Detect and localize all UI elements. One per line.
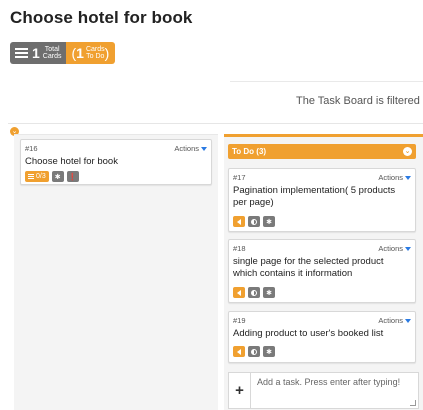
card-title: Choose hotel for book bbox=[25, 156, 118, 167]
list-icon bbox=[15, 48, 28, 58]
card-buttons: ✱ bbox=[233, 216, 275, 227]
card-title: Pagination implementation( 5 products pe… bbox=[233, 185, 396, 208]
add-task-input[interactable] bbox=[251, 373, 417, 408]
card-id: #18 bbox=[233, 244, 246, 253]
todo-cards-badge[interactable]: ( 1 Cards To Do ) bbox=[66, 42, 116, 64]
half-circle-icon[interactable] bbox=[248, 346, 260, 357]
card-id: #16 bbox=[25, 144, 38, 153]
asterisk-icon[interactable]: ✱ bbox=[263, 216, 275, 227]
column-accent bbox=[224, 134, 423, 137]
half-circle-icon[interactable] bbox=[248, 216, 260, 227]
asterisk-icon[interactable]: ✱ bbox=[51, 171, 64, 182]
card-id: #17 bbox=[233, 173, 246, 182]
card-summary: 1 Total Cards ( 1 Cards To Do ) bbox=[10, 42, 116, 64]
actions-menu[interactable]: Actions bbox=[174, 144, 207, 153]
arrow-left-icon[interactable] bbox=[233, 287, 245, 298]
card-title: Adding product to user's booked list bbox=[233, 328, 384, 339]
actions-menu[interactable]: Actions bbox=[378, 173, 411, 182]
chevron-down-icon bbox=[201, 146, 207, 151]
actions-menu[interactable]: Actions bbox=[378, 244, 411, 253]
chevron-down-icon bbox=[405, 318, 411, 323]
chevron-down-icon[interactable]: ⌄ bbox=[403, 147, 412, 156]
story-card[interactable]: #16 Actions Choose hotel for book 0/3 ✱ … bbox=[20, 139, 212, 185]
card-id: #19 bbox=[233, 316, 246, 325]
info-icon[interactable]: ❗ bbox=[66, 171, 79, 182]
task-card[interactable]: #18 Actions single page for the selected… bbox=[228, 239, 416, 303]
total-label: Total Cards bbox=[42, 46, 62, 60]
story-column: #16 Actions Choose hotel for book 0/3 ✱ … bbox=[14, 134, 218, 410]
arrow-left-icon[interactable] bbox=[233, 216, 245, 227]
arrow-left-icon[interactable] bbox=[233, 346, 245, 357]
page-title: Choose hotel for book bbox=[10, 8, 193, 27]
todo-count: 1 bbox=[76, 45, 84, 61]
card-title: single page for the selected product whi… bbox=[233, 256, 384, 279]
task-count-button[interactable]: 0/3 bbox=[25, 171, 49, 182]
list-icon bbox=[28, 174, 34, 179]
divider bbox=[230, 81, 423, 82]
add-task-box: + bbox=[228, 372, 419, 409]
asterisk-icon[interactable]: ✱ bbox=[263, 287, 275, 298]
card-buttons: ✱ bbox=[233, 287, 275, 298]
chevron-down-icon bbox=[405, 175, 411, 180]
chevron-down-icon bbox=[405, 246, 411, 251]
task-card[interactable]: #19 Actions Adding product to user's boo… bbox=[228, 311, 416, 363]
task-card[interactable]: #17 Actions Pagination implementation( 5… bbox=[228, 168, 416, 232]
actions-menu[interactable]: Actions bbox=[378, 316, 411, 325]
add-task-button[interactable]: + bbox=[229, 373, 251, 408]
todo-column-header[interactable]: To Do (3) ⌄ bbox=[228, 144, 416, 159]
asterisk-icon[interactable]: ✱ bbox=[263, 346, 275, 357]
card-buttons: ✱ bbox=[233, 346, 275, 357]
card-buttons: 0/3 ✱ ❗ bbox=[25, 171, 79, 182]
resize-handle[interactable] bbox=[410, 400, 416, 406]
total-count: 1 bbox=[32, 45, 40, 61]
filter-note: The Task Board is filtered and bbox=[296, 95, 423, 107]
board-divider bbox=[8, 123, 423, 124]
total-cards-badge[interactable]: 1 Total Cards bbox=[10, 42, 67, 64]
half-circle-icon[interactable] bbox=[248, 287, 260, 298]
todo-column: To Do (3) ⌄ #17 Actions Pagination imple… bbox=[224, 134, 423, 410]
todo-label: Cards To Do bbox=[85, 46, 105, 60]
